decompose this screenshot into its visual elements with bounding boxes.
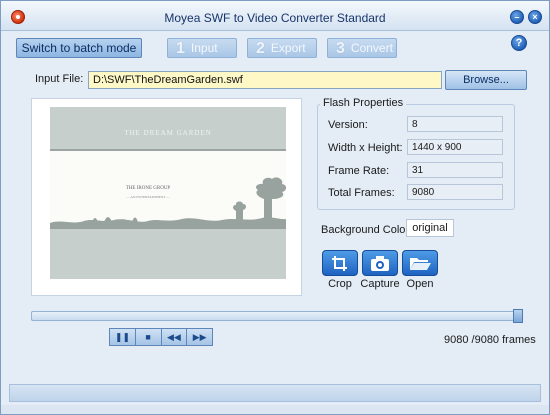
step-export-button[interactable]: 2 Export [247, 38, 317, 58]
rewind-icon[interactable]: ◀◀ [161, 329, 188, 345]
title-bar: Moyea SWF to Video Converter Standard – … [1, 1, 549, 31]
crop-label: Crop [328, 278, 352, 290]
step-input-button[interactable]: 1 Input [167, 38, 237, 58]
status-bar [9, 384, 541, 402]
stop-icon[interactable]: ■ [135, 329, 162, 345]
preview-brand: THE IRONE GROUP [126, 186, 171, 191]
input-file-field[interactable] [88, 71, 442, 89]
playback-controls: ❚❚ ■ ◀◀ ▶▶ [109, 328, 213, 346]
preview-sub: — AN ENTERTAINMENT — [125, 195, 170, 199]
switch-batch-mode-button[interactable]: Switch to batch mode [16, 38, 142, 58]
total-frames-label: Total Frames: [328, 187, 395, 199]
step-label: Convert [350, 41, 393, 55]
step-label: Input [190, 41, 218, 55]
dimensions-value: 1440 x 900 [407, 139, 503, 155]
dimensions-label: Width x Height: [328, 142, 403, 154]
open-label: Open [406, 278, 434, 290]
frame-rate-value: 31 [407, 162, 503, 178]
step-convert-button[interactable]: 3 Convert [327, 38, 397, 58]
version-label: Version: [328, 119, 368, 131]
app-window: Moyea SWF to Video Converter Standard – … [0, 0, 550, 415]
step-label: Export [270, 41, 306, 55]
crop-button[interactable] [322, 250, 358, 276]
input-file-label: Input File: [35, 73, 84, 85]
fast-forward-icon[interactable]: ▶▶ [187, 329, 212, 345]
window-title: Moyea SWF to Video Converter Standard [164, 11, 386, 25]
pause-icon[interactable]: ❚❚ [110, 329, 136, 345]
close-icon[interactable]: × [528, 10, 542, 24]
minimize-icon[interactable]: – [510, 10, 524, 24]
window-bottom-edge [1, 405, 549, 414]
background-color-label: Background Color: [321, 224, 413, 236]
frame-slider-thumb[interactable] [513, 309, 523, 323]
step-number: 2 [256, 40, 265, 57]
frame-rate-label: Frame Rate: [328, 165, 390, 177]
step-number: 1 [176, 40, 185, 57]
preview-title: THE DREAM GARDEN [124, 129, 212, 137]
flash-properties-title: Flash Properties [320, 97, 407, 109]
open-button[interactable] [402, 250, 438, 276]
capture-button[interactable] [362, 250, 398, 276]
frame-slider[interactable] [31, 311, 523, 321]
crop-icon [332, 256, 347, 271]
folder-open-icon [410, 258, 431, 270]
help-icon[interactable]: ? [511, 35, 527, 51]
capture-label: Capture [360, 278, 400, 290]
camera-icon [371, 256, 389, 271]
background-color-select[interactable]: original [406, 219, 454, 237]
step-number: 3 [336, 40, 345, 57]
total-frames-value: 9080 [407, 184, 503, 200]
flash-preview: THE DREAM GARDEN THE IRONE GROUP — AN EN… [31, 98, 302, 296]
version-value: 8 [407, 116, 503, 132]
frame-counter: 9080 /9080 frames [444, 334, 536, 346]
browse-button[interactable]: Browse... [445, 70, 527, 90]
preview-image: THE DREAM GARDEN THE IRONE GROUP — AN EN… [50, 107, 287, 279]
